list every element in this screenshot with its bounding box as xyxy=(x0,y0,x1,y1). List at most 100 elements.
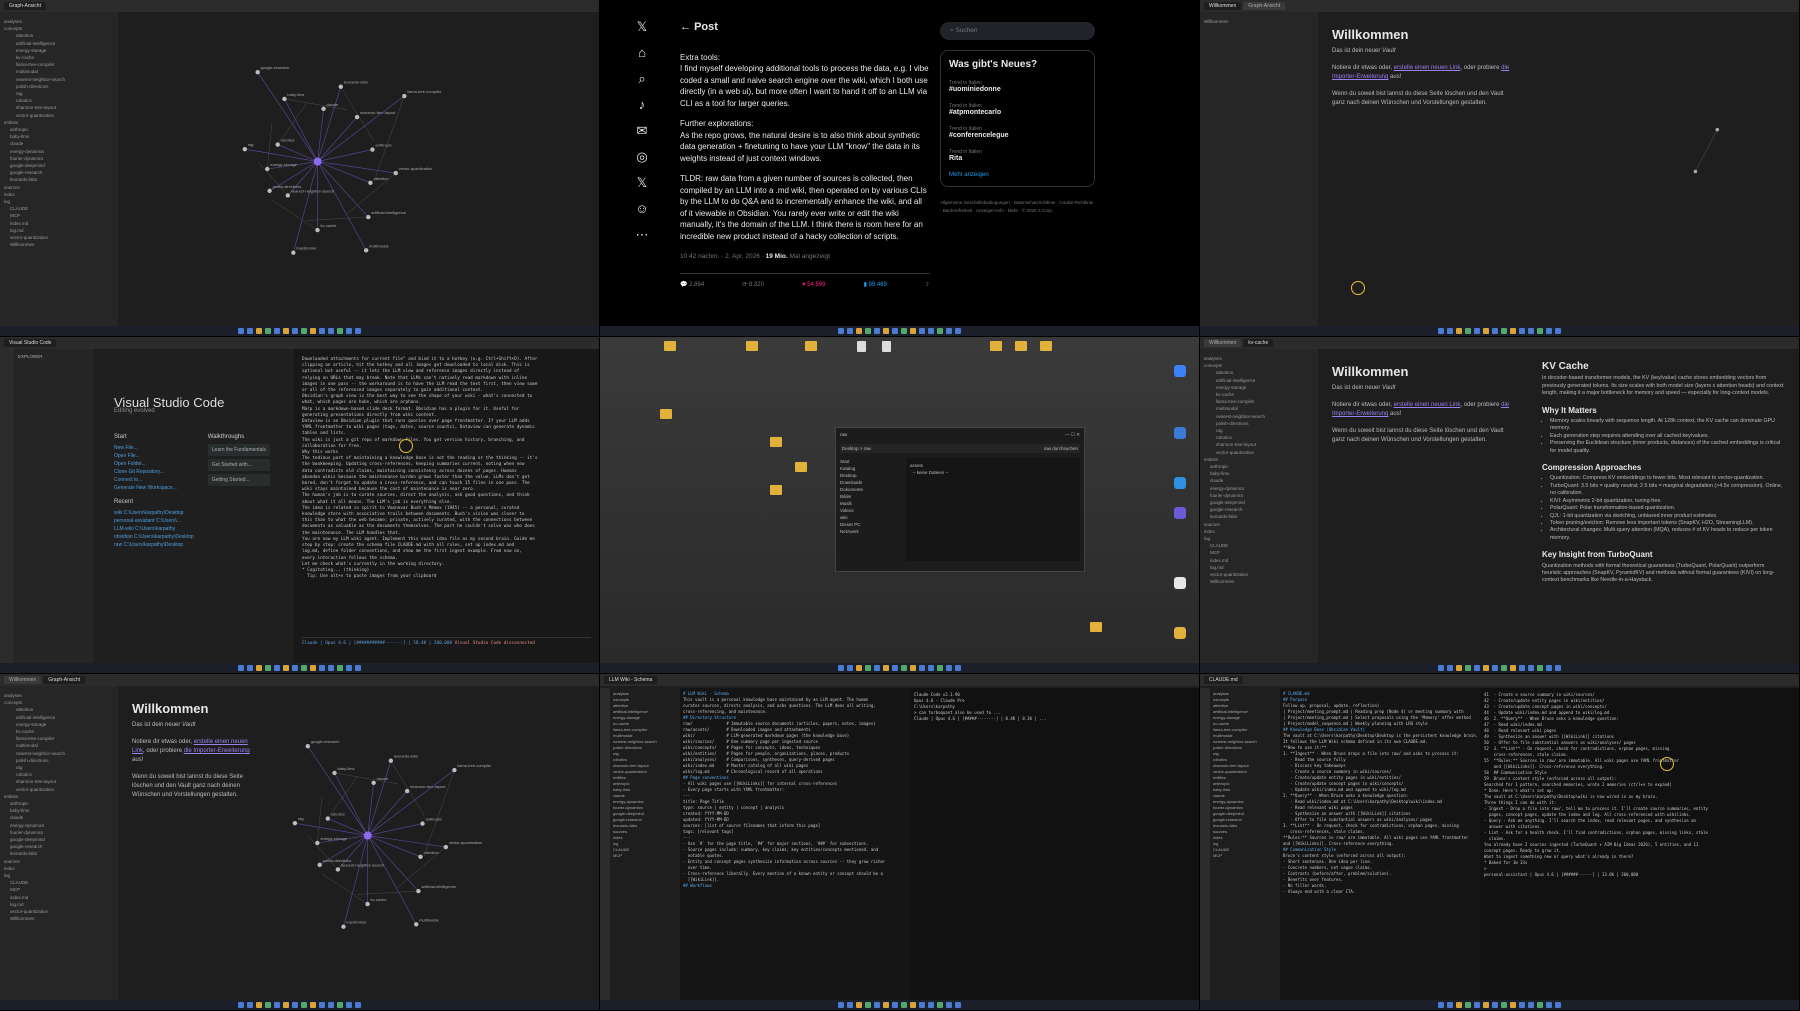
file-tree-item[interactable]: multimodal xyxy=(4,742,114,749)
file-tree-item[interactable]: anthropic xyxy=(1204,463,1314,470)
file-tree-item[interactable]: polish-directions xyxy=(4,757,114,764)
tab-graph[interactable]: Graph-Ansicht xyxy=(1243,2,1286,10)
grok-icon[interactable]: ◎ xyxy=(636,150,647,164)
file-tree-item[interactable]: leonardo-labs xyxy=(4,176,114,183)
file-tree-item[interactable]: robotics xyxy=(1204,434,1314,441)
start-link[interactable]: Connect to... xyxy=(114,476,194,484)
file-tree-item[interactable]: MCP xyxy=(4,212,114,219)
explorer-nav-item[interactable]: Musik xyxy=(840,500,900,507)
file-tree-item[interactable]: analyses xyxy=(4,692,114,699)
graph-node[interactable] xyxy=(305,744,310,749)
show-more-link[interactable]: Mehr anzeigen xyxy=(949,172,1086,178)
file-tree-item[interactable]: attention xyxy=(1204,369,1314,376)
file-tree[interactable]: analyses concepts attention artificial-inte… xyxy=(0,12,118,326)
graph-node[interactable] xyxy=(452,767,457,773)
graph-node[interactable] xyxy=(368,180,373,186)
file-tree-item[interactable]: anthropic xyxy=(4,800,114,807)
file-tree-item[interactable]: baby-llms xyxy=(1204,470,1314,477)
explorer-addressbar[interactable]: Desktop > raw raw durchsuchen xyxy=(840,444,1080,453)
file-tree-item[interactable]: artificial-intelligence xyxy=(1204,377,1314,384)
graph-hub-node[interactable] xyxy=(363,831,372,840)
file-tree-item[interactable]: log.md xyxy=(4,901,114,908)
start-link[interactable]: Clone Git Repository... xyxy=(114,468,194,476)
explorer-nav-item[interactable]: Dieser PC xyxy=(840,521,900,528)
file-tree-item[interactable]: Willkommen xyxy=(4,915,114,922)
recent-link[interactable]: personal-assistant C:\Users\... xyxy=(114,517,194,525)
tab-graph[interactable]: Graph-Ansicht xyxy=(4,2,46,10)
graph-node[interactable] xyxy=(418,854,423,860)
search-input[interactable]: ⌕ Suchen xyxy=(940,22,1095,40)
share-icon[interactable]: ⇪ xyxy=(925,280,930,292)
file-tree-item[interactable]: log xyxy=(4,198,114,205)
trend-item[interactable]: Trend in Italien #uominiedonne xyxy=(949,80,1086,93)
file-tree-item[interactable]: entities xyxy=(1204,456,1314,463)
claude-terminal[interactable]: 41 - Create a source summary in wiki/sou… xyxy=(1480,688,1799,1000)
file-tree-item[interactable]: energy-dynamics xyxy=(4,822,114,829)
repost-count[interactable]: ⟳ 8.320 xyxy=(742,280,764,292)
recent-link[interactable]: raw C:\Users\karpathy\Desktop xyxy=(114,541,194,549)
explorer-panel[interactable]: EXPLORER xyxy=(14,349,94,663)
explorer-file[interactable]: assets xyxy=(910,462,1076,469)
graph-node[interactable] xyxy=(416,888,421,894)
graph-node[interactable] xyxy=(291,250,296,255)
file-tree-item[interactable]: log xyxy=(4,872,114,879)
file-tree-item[interactable]: vector-quantization xyxy=(4,112,114,119)
explorer-nav[interactable]: Start Katalog Desktop Downloads Dokumente Bil… xyxy=(840,458,900,561)
recent-link[interactable]: LLM-wiki C:\Users\karpathy xyxy=(114,525,194,533)
file-tree-item[interactable]: energy-dynamics xyxy=(1204,485,1314,492)
graph-node[interactable] xyxy=(388,758,394,763)
folder-icon[interactable] xyxy=(795,462,807,472)
file-tree-item[interactable]: index xyxy=(4,191,114,198)
file-tree-item[interactable]: concepts xyxy=(1204,362,1314,369)
graph-node[interactable] xyxy=(404,788,410,794)
graph-node[interactable] xyxy=(338,84,343,89)
x-logo-icon[interactable]: 𝕏 xyxy=(637,20,647,34)
graph-node[interactable] xyxy=(315,227,320,233)
explorer-search[interactable]: raw durchsuchen xyxy=(1044,446,1078,451)
file-tree-item[interactable]: shannon-tree-layout xyxy=(4,778,114,785)
file-tree-item[interactable]: robotics xyxy=(4,97,114,104)
graph-node[interactable] xyxy=(285,193,290,198)
file-tree-item[interactable]: fourier-dynamics xyxy=(4,829,114,836)
file-tree-item[interactable]: polish-directions xyxy=(4,83,114,90)
graph-node[interactable] xyxy=(443,844,449,850)
file-tree-item[interactable]: claude xyxy=(4,814,114,821)
app-icon[interactable] xyxy=(1174,365,1186,377)
file-tree-item[interactable]: shannon-tree-layout xyxy=(1204,441,1314,448)
file-tree-item[interactable]: nearest-neighbor-search xyxy=(4,76,114,83)
message-icon[interactable]: ✉ xyxy=(637,124,648,138)
explorer-item[interactable]: MCP xyxy=(613,853,677,859)
file-tree-item[interactable]: nearest-neighbor-search xyxy=(1204,413,1314,420)
graph-node[interactable] xyxy=(402,93,407,99)
file-tree-item[interactable]: energy-storage xyxy=(1204,384,1314,391)
activity-bar[interactable] xyxy=(1200,688,1210,1000)
graph-node[interactable] xyxy=(325,816,330,821)
start-link[interactable]: Open Folder... xyxy=(114,460,194,468)
file-tree-item[interactable]: artificial-intelligence xyxy=(4,714,114,721)
graph-node[interactable] xyxy=(282,96,287,102)
explorer-nav-item[interactable]: wiki xyxy=(840,514,900,521)
graph-hub-node[interactable] xyxy=(313,157,322,166)
file-tree[interactable]: analyses concepts attention artificial-inte… xyxy=(0,686,118,1000)
app-icon[interactable] xyxy=(1174,477,1186,489)
importer-link[interactable]: die Importer-Erweiterung xyxy=(184,748,250,754)
file-tree-item[interactable]: llama-tree-compiler xyxy=(4,61,114,68)
graph-node[interactable] xyxy=(420,821,425,826)
tab-welcome[interactable]: Visual Studio Code xyxy=(4,339,57,347)
graph-node[interactable] xyxy=(370,147,375,152)
file-tree-item[interactable]: Willkommen xyxy=(1204,578,1314,585)
file-tree-item[interactable]: attention xyxy=(4,706,114,713)
graph-node[interactable] xyxy=(321,106,326,111)
search-icon[interactable]: ⌕ xyxy=(638,72,645,86)
graph-node[interactable] xyxy=(255,70,260,75)
explorer-nav-item[interactable]: Downloads xyxy=(840,479,900,486)
start-link[interactable]: Generate New Workspace... xyxy=(114,484,194,492)
start-link[interactable]: Open File... xyxy=(114,452,194,460)
graph-node[interactable] xyxy=(265,166,270,172)
file-tree-item[interactable]: kv-cache xyxy=(1204,391,1314,398)
claude-terminal[interactable]: Claude Code v2.1.90 Opus 4.6 - Claude Pro… xyxy=(910,688,1199,1000)
file-tree-item[interactable]: vector-quantization xyxy=(1204,571,1314,578)
bookmark-count[interactable]: ▮ 99.469 xyxy=(864,280,887,292)
new-link[interactable]: erstelle einen neuen Link xyxy=(1394,65,1461,71)
graph-node[interactable] xyxy=(363,248,369,253)
